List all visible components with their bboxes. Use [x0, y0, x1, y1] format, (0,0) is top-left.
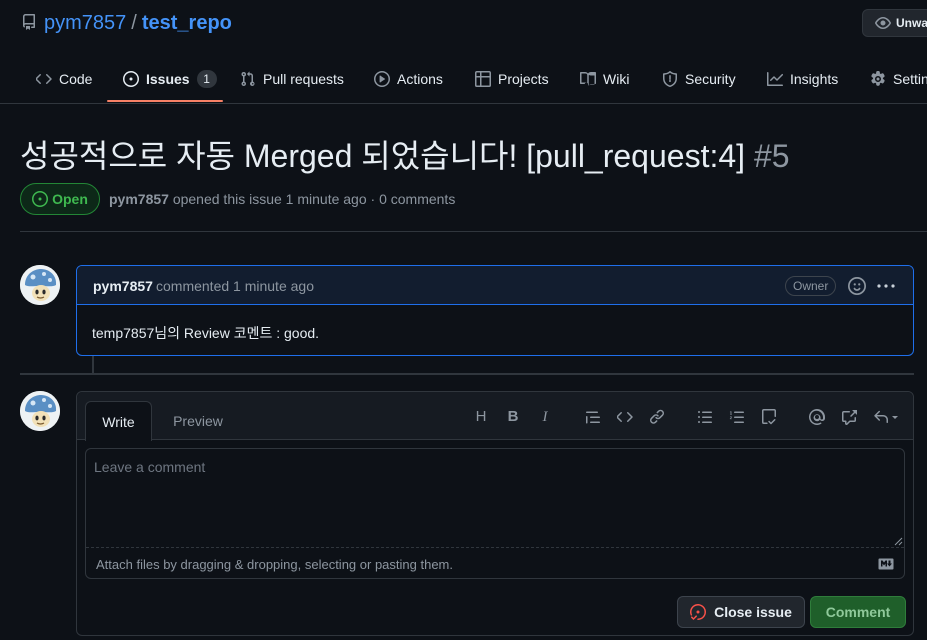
repo-nav-tabs: Code Issues 1 Pull requests Actions Proj… [0, 56, 927, 104]
mushroom-avatar-icon [20, 391, 60, 431]
watch-label: Unwatch [896, 16, 927, 30]
new-comment-form: Write Preview H B I Leave a comment Atta… [76, 391, 914, 636]
tab-label: Security [685, 71, 736, 87]
play-icon [374, 71, 390, 87]
comment-author-link[interactable]: pym7857 [93, 278, 153, 294]
watch-button[interactable]: Unwatch [862, 9, 927, 37]
comment-body: temp7857님의 Review 코멘트 : good. [92, 325, 320, 341]
issue-opened-icon [32, 191, 49, 207]
comment-textarea[interactable] [86, 449, 904, 548]
graph-icon [767, 72, 783, 86]
tab-actions[interactable]: Actions [374, 56, 443, 102]
cross-reference-icon[interactable] [841, 409, 857, 425]
tab-pull-requests[interactable]: Pull requests [240, 56, 344, 102]
avatar[interactable] [20, 265, 60, 305]
breadcrumb-separator: / [131, 12, 137, 34]
timeline-line [92, 356, 94, 374]
issues-counter: 1 [196, 70, 217, 88]
tab-projects[interactable]: Projects [475, 56, 549, 102]
repo-icon [22, 14, 35, 30]
repo-name-link[interactable]: test_repo [142, 12, 232, 34]
issue-meta-text: opened this issue 1 minute ago · 0 comme… [172, 191, 456, 207]
tab-label: Insights [790, 71, 839, 87]
code-icon[interactable] [617, 409, 633, 425]
reply-icon[interactable] [873, 409, 901, 425]
gear-icon [871, 71, 885, 86]
tab-label: Settings [893, 71, 927, 87]
issue-meta: pym7857 opened this issue 1 minute ago ·… [109, 191, 455, 207]
ordered-list-icon[interactable] [729, 409, 745, 425]
issue-number: #5 [753, 138, 790, 174]
avatar[interactable] [20, 391, 60, 431]
italic-icon[interactable]: I [537, 409, 553, 425]
header-divider [20, 231, 927, 232]
bold-icon[interactable]: B [505, 409, 521, 425]
tab-label: Code [59, 71, 93, 87]
issue-title-text: 성공적으로 자동 Merged 되었습니다! [pull_request:4] [20, 138, 746, 174]
tab-insights[interactable]: Insights [767, 56, 838, 102]
unordered-list-icon[interactable] [697, 409, 713, 425]
editor-toolbar: Write Preview H B I [77, 392, 913, 441]
markdown-icon[interactable] [878, 557, 894, 571]
shield-icon [663, 71, 677, 87]
tab-label: Issues [146, 71, 190, 87]
code-icon [36, 74, 52, 84]
mushroom-avatar-icon [20, 265, 60, 305]
tab-code[interactable]: Code [36, 56, 92, 102]
comment-timestamp[interactable]: commented 1 minute ago [156, 278, 314, 294]
comment-card: pym7857 commented 1 minute ago Owner tem… [76, 265, 914, 356]
comment-header: pym7857 commented 1 minute ago Owner [77, 266, 913, 305]
tab-write[interactable]: Write [85, 401, 152, 441]
issue-opened-icon [123, 71, 139, 87]
tab-label: Actions [397, 71, 443, 87]
repo-owner-link[interactable]: pym7857 [44, 12, 126, 34]
tab-security[interactable]: Security [662, 56, 736, 102]
link-icon[interactable] [649, 409, 665, 425]
mention-icon[interactable] [809, 409, 825, 425]
issue-author-link[interactable]: pym7857 [109, 191, 169, 207]
issue-title: 성공적으로 자동 Merged 되었습니다! [pull_request:4] … [20, 136, 790, 176]
issue-state-label: Open [52, 191, 88, 207]
book-icon [580, 72, 596, 86]
comment-editor: Attach files by dragging & dropping, sel… [85, 448, 905, 579]
owner-badge: Owner [785, 276, 837, 296]
comment-submit-button[interactable]: Comment [810, 596, 906, 628]
tab-issues[interactable]: Issues 1 [123, 56, 217, 102]
tab-label: Projects [498, 71, 549, 87]
eye-icon [875, 17, 891, 29]
tab-label: Pull requests [263, 71, 344, 87]
tab-label: Wiki [603, 71, 630, 87]
timeline-divider [20, 373, 914, 375]
quote-icon[interactable] [585, 409, 601, 425]
close-issue-label: Close issue [714, 604, 792, 620]
tab-wiki[interactable]: Wiki [580, 56, 629, 102]
issue-closed-icon [690, 604, 706, 620]
kebab-horizontal-icon[interactable] [876, 277, 896, 295]
active-tab-indicator [107, 100, 223, 102]
smiley-icon[interactable] [848, 277, 866, 295]
tab-preview[interactable]: Preview [165, 401, 231, 441]
git-pull-request-icon [241, 71, 255, 87]
repo-breadcrumb: pym7857/test_repo [44, 11, 232, 35]
attach-files-hint[interactable]: Attach files by dragging & dropping, sel… [96, 557, 453, 572]
table-icon [475, 71, 491, 87]
resize-grip-icon[interactable] [894, 537, 903, 546]
close-issue-button[interactable]: Close issue [677, 596, 805, 628]
heading-icon[interactable]: H [473, 409, 489, 425]
tab-settings[interactable]: Settings [870, 56, 927, 102]
issue-state-badge: Open [20, 183, 100, 215]
task-list-icon[interactable] [761, 409, 777, 425]
